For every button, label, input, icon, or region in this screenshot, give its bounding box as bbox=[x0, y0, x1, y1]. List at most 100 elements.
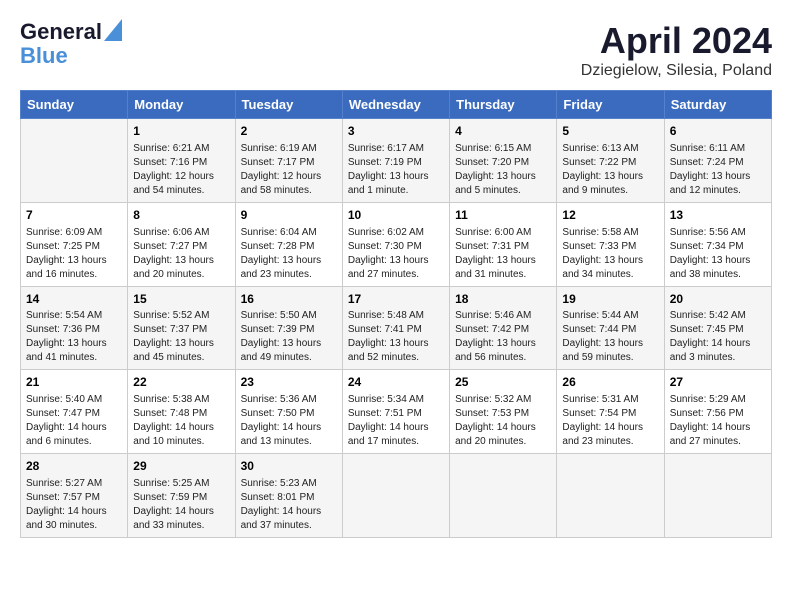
calendar-header: SundayMondayTuesdayWednesdayThursdayFrid… bbox=[21, 91, 772, 119]
column-header-monday: Monday bbox=[128, 91, 235, 119]
calendar-cell: 17Sunrise: 5:48 AM Sunset: 7:41 PM Dayli… bbox=[342, 286, 449, 370]
calendar-body: 1Sunrise: 6:21 AM Sunset: 7:16 PM Daylig… bbox=[21, 119, 772, 538]
day-number: 28 bbox=[26, 458, 122, 475]
day-number: 26 bbox=[562, 374, 658, 391]
calendar-cell: 14Sunrise: 5:54 AM Sunset: 7:36 PM Dayli… bbox=[21, 286, 128, 370]
calendar-cell: 26 Sunrise: 5:31 AM Sunset: 7:54 PM Dayli… bbox=[557, 370, 664, 454]
logo-text-blue: Blue bbox=[20, 44, 68, 68]
cell-info: Sunrise: 5:34 AM Sunset: 7:51 PM Dayligh… bbox=[348, 393, 444, 449]
day-number: 24 bbox=[348, 374, 444, 391]
calendar-cell: 18Sunrise: 5:46 AM Sunset: 7:42 PM Dayli… bbox=[450, 286, 557, 370]
day-number: 1 bbox=[133, 123, 229, 140]
calendar-cell bbox=[450, 454, 557, 538]
cell-info: Sunrise: 6:04 AM Sunset: 7:28 PM Dayligh… bbox=[241, 226, 337, 282]
day-number: 19 bbox=[562, 291, 658, 308]
day-number: 14 bbox=[26, 291, 122, 308]
calendar-cell: 9Sunrise: 6:04 AM Sunset: 7:28 PM Daylig… bbox=[235, 202, 342, 286]
calendar-cell: 16Sunrise: 5:50 AM Sunset: 7:39 PM Dayli… bbox=[235, 286, 342, 370]
column-header-thursday: Thursday bbox=[450, 91, 557, 119]
cell-info: Sunrise: 6:19 AM Sunset: 7:17 PM Dayligh… bbox=[241, 142, 337, 198]
cell-info: Sunrise: 5:38 AM Sunset: 7:48 PM Dayligh… bbox=[133, 393, 229, 449]
day-number: 25 bbox=[455, 374, 551, 391]
day-number: 16 bbox=[241, 291, 337, 308]
cell-info: Sunrise: 5:23 AM Sunset: 8:01 PM Dayligh… bbox=[241, 477, 337, 533]
calendar-cell: 3 Sunrise: 6:17 AM Sunset: 7:19 PM Daylig… bbox=[342, 119, 449, 203]
cell-info: Sunrise: 6:09 AM Sunset: 7:25 PM Dayligh… bbox=[26, 226, 122, 282]
calendar-cell bbox=[21, 119, 128, 203]
calendar-cell: 15Sunrise: 5:52 AM Sunset: 7:37 PM Dayli… bbox=[128, 286, 235, 370]
calendar-cell: 12 Sunrise: 5:58 AM Sunset: 7:33 PM Dayli… bbox=[557, 202, 664, 286]
day-number: 29 bbox=[133, 458, 229, 475]
cell-info: Sunrise: 6:17 AM Sunset: 7:19 PM Dayligh… bbox=[348, 142, 444, 198]
day-number: 12 bbox=[562, 207, 658, 224]
calendar-cell: 27 Sunrise: 5:29 AM Sunset: 7:56 PM Dayli… bbox=[664, 370, 771, 454]
week-row: 1Sunrise: 6:21 AM Sunset: 7:16 PM Daylig… bbox=[21, 119, 772, 203]
calendar-cell: 22 Sunrise: 5:38 AM Sunset: 7:48 PM Dayli… bbox=[128, 370, 235, 454]
month-title: April 2024 bbox=[581, 20, 772, 62]
cell-info: Sunrise: 5:36 AM Sunset: 7:50 PM Dayligh… bbox=[241, 393, 337, 449]
day-number: 30 bbox=[241, 458, 337, 475]
header-row: SundayMondayTuesdayWednesdayThursdayFrid… bbox=[21, 91, 772, 119]
day-number: 4 bbox=[455, 123, 551, 140]
cell-info: Sunrise: 5:52 AM Sunset: 7:37 PM Dayligh… bbox=[133, 309, 229, 365]
column-header-saturday: Saturday bbox=[664, 91, 771, 119]
column-header-friday: Friday bbox=[557, 91, 664, 119]
calendar-cell: 2 Sunrise: 6:19 AM Sunset: 7:17 PM Daylig… bbox=[235, 119, 342, 203]
day-number: 5 bbox=[562, 123, 658, 140]
day-number: 7 bbox=[26, 207, 122, 224]
cell-info: Sunrise: 6:00 AM Sunset: 7:31 PM Dayligh… bbox=[455, 226, 551, 282]
column-header-tuesday: Tuesday bbox=[235, 91, 342, 119]
cell-info: Sunrise: 5:50 AM Sunset: 7:39 PM Dayligh… bbox=[241, 309, 337, 365]
cell-info: Sunrise: 5:44 AM Sunset: 7:44 PM Dayligh… bbox=[562, 309, 658, 365]
calendar-cell: 29 Sunrise: 5:25 AM Sunset: 7:59 PM Dayli… bbox=[128, 454, 235, 538]
day-number: 13 bbox=[670, 207, 766, 224]
cell-info: Sunrise: 6:15 AM Sunset: 7:20 PM Dayligh… bbox=[455, 142, 551, 198]
day-number: 10 bbox=[348, 207, 444, 224]
calendar-cell: 7 Sunrise: 6:09 AM Sunset: 7:25 PM Daylig… bbox=[21, 202, 128, 286]
cell-info: Sunrise: 5:32 AM Sunset: 7:53 PM Dayligh… bbox=[455, 393, 551, 449]
day-number: 27 bbox=[670, 374, 766, 391]
cell-info: Sunrise: 5:25 AM Sunset: 7:59 PM Dayligh… bbox=[133, 477, 229, 533]
cell-info: Sunrise: 6:06 AM Sunset: 7:27 PM Dayligh… bbox=[133, 226, 229, 282]
calendar-cell: 10 Sunrise: 6:02 AM Sunset: 7:30 PM Dayli… bbox=[342, 202, 449, 286]
day-number: 20 bbox=[670, 291, 766, 308]
cell-info: Sunrise: 5:31 AM Sunset: 7:54 PM Dayligh… bbox=[562, 393, 658, 449]
logo-arrow-icon bbox=[104, 19, 122, 41]
cell-info: Sunrise: 5:54 AM Sunset: 7:36 PM Dayligh… bbox=[26, 309, 122, 365]
location-subtitle: Dziegielow, Silesia, Poland bbox=[581, 62, 772, 80]
day-number: 17 bbox=[348, 291, 444, 308]
cell-info: Sunrise: 5:40 AM Sunset: 7:47 PM Dayligh… bbox=[26, 393, 122, 449]
cell-info: Sunrise: 5:29 AM Sunset: 7:56 PM Dayligh… bbox=[670, 393, 766, 449]
day-number: 6 bbox=[670, 123, 766, 140]
day-number: 11 bbox=[455, 207, 551, 224]
cell-info: Sunrise: 5:27 AM Sunset: 7:57 PM Dayligh… bbox=[26, 477, 122, 533]
logo-text-general: General bbox=[20, 20, 102, 44]
day-number: 2 bbox=[241, 123, 337, 140]
calendar-table: SundayMondayTuesdayWednesdayThursdayFrid… bbox=[20, 90, 772, 538]
week-row: 21 Sunrise: 5:40 AM Sunset: 7:47 PM Dayli… bbox=[21, 370, 772, 454]
day-number: 23 bbox=[241, 374, 337, 391]
calendar-cell: 28 Sunrise: 5:27 AM Sunset: 7:57 PM Dayli… bbox=[21, 454, 128, 538]
cell-info: Sunrise: 5:48 AM Sunset: 7:41 PM Dayligh… bbox=[348, 309, 444, 365]
calendar-cell bbox=[557, 454, 664, 538]
day-number: 21 bbox=[26, 374, 122, 391]
calendar-cell: 8Sunrise: 6:06 AM Sunset: 7:27 PM Daylig… bbox=[128, 202, 235, 286]
calendar-cell: 19Sunrise: 5:44 AM Sunset: 7:44 PM Dayli… bbox=[557, 286, 664, 370]
calendar-cell bbox=[664, 454, 771, 538]
column-header-sunday: Sunday bbox=[21, 91, 128, 119]
cell-info: Sunrise: 6:11 AM Sunset: 7:24 PM Dayligh… bbox=[670, 142, 766, 198]
calendar-cell: 5Sunrise: 6:13 AM Sunset: 7:22 PM Daylig… bbox=[557, 119, 664, 203]
week-row: 14Sunrise: 5:54 AM Sunset: 7:36 PM Dayli… bbox=[21, 286, 772, 370]
calendar-cell: 4 Sunrise: 6:15 AM Sunset: 7:20 PM Daylig… bbox=[450, 119, 557, 203]
cell-info: Sunrise: 5:46 AM Sunset: 7:42 PM Dayligh… bbox=[455, 309, 551, 365]
cell-info: Sunrise: 5:58 AM Sunset: 7:33 PM Dayligh… bbox=[562, 226, 658, 282]
week-row: 7 Sunrise: 6:09 AM Sunset: 7:25 PM Daylig… bbox=[21, 202, 772, 286]
title-block: April 2024 Dziegielow, Silesia, Poland bbox=[581, 20, 772, 80]
cell-info: Sunrise: 6:02 AM Sunset: 7:30 PM Dayligh… bbox=[348, 226, 444, 282]
day-number: 3 bbox=[348, 123, 444, 140]
day-number: 22 bbox=[133, 374, 229, 391]
logo: General Blue bbox=[20, 20, 122, 68]
cell-info: Sunrise: 5:56 AM Sunset: 7:34 PM Dayligh… bbox=[670, 226, 766, 282]
calendar-cell bbox=[342, 454, 449, 538]
page-header: General Blue April 2024 Dziegielow, Sile… bbox=[20, 20, 772, 80]
